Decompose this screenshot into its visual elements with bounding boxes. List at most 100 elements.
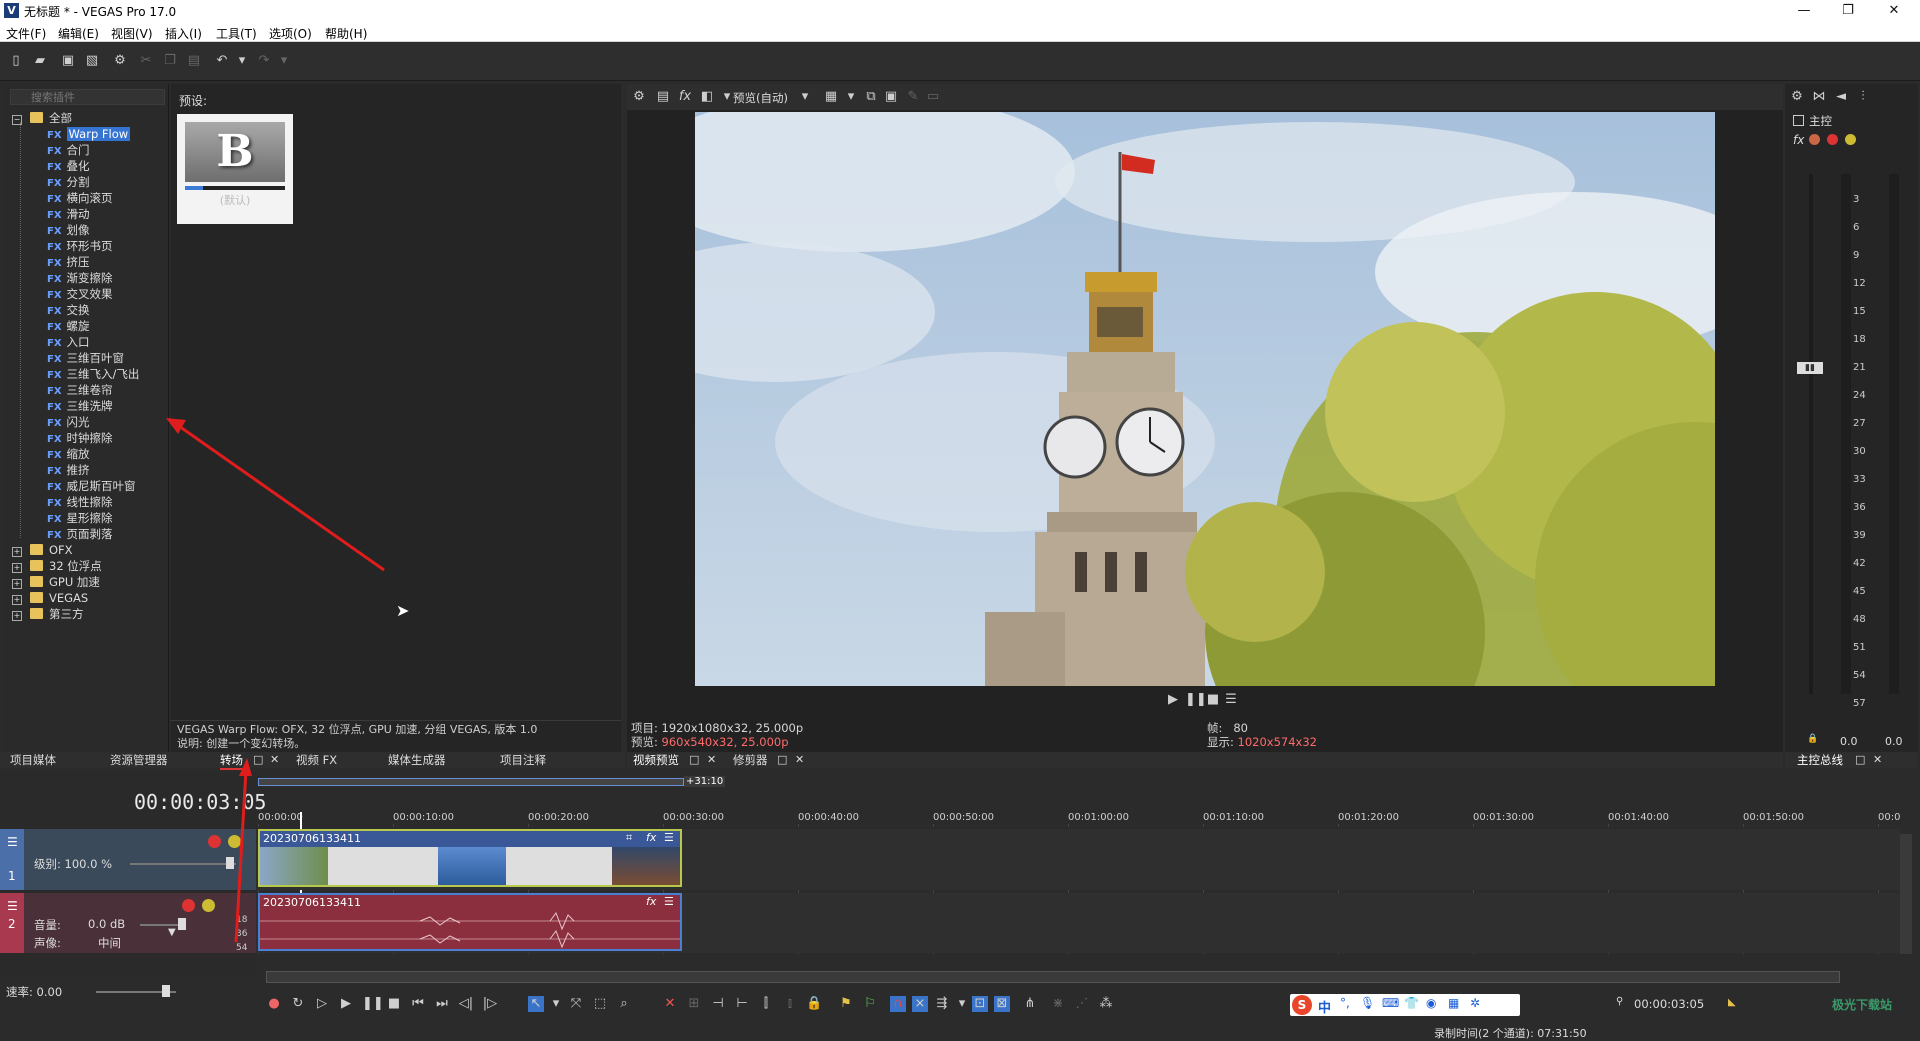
tab-undock-icon[interactable]: □ — [689, 752, 699, 768]
split-screen-icon[interactable]: ◧ — [699, 89, 715, 105]
tab-trimmer[interactable]: 修剪器 — [733, 752, 768, 768]
tab-close-icon[interactable]: ✕ — [795, 752, 804, 768]
cut-icon[interactable]: ✂ — [138, 53, 154, 69]
trim-end-icon[interactable]: ⊢ — [734, 996, 750, 1012]
play-icon[interactable]: ▶ — [1165, 692, 1181, 708]
master-fader-handle[interactable]: ▮▮ — [1797, 362, 1823, 374]
selection-tool-icon[interactable]: ⬚ — [592, 996, 608, 1012]
ime-game-icon[interactable]: ◉ — [1426, 996, 1436, 1010]
restore-button[interactable]: ❐ — [1826, 0, 1870, 22]
downmix-icon[interactable]: ⋈ — [1811, 89, 1827, 105]
master-checkbox[interactable] — [1793, 115, 1804, 126]
play-icon[interactable]: ▶ — [338, 996, 354, 1012]
menu-edit[interactable]: 编辑(E) — [58, 25, 99, 42]
track-menu-icon[interactable]: ☰ — [7, 899, 18, 913]
trim-start-icon[interactable]: ⊣ — [710, 996, 726, 1012]
horizontal-scrollbar[interactable] — [266, 971, 1840, 983]
menu-options[interactable]: 选项(O) — [269, 25, 312, 42]
tab-master-bus[interactable]: 主控总线 — [1797, 752, 1843, 768]
stop-icon[interactable]: ■ — [386, 996, 402, 1012]
mute-icon[interactable] — [182, 899, 195, 912]
speaker-icon[interactable]: ◄ — [1833, 89, 1849, 105]
expand-icon[interactable]: + — [12, 563, 22, 573]
tree-item[interactable]: FX 闪光 — [47, 414, 90, 430]
tree-item[interactable]: FX 缩放 — [47, 446, 90, 462]
tree-root[interactable]: − 全部 — [12, 110, 72, 126]
tree-item[interactable]: FX 螺旋 — [47, 318, 90, 334]
record-icon[interactable]: ● — [266, 996, 282, 1012]
lock-envelopes-icon[interactable]: ⊡ — [972, 996, 988, 1012]
auto-crossfade-icon[interactable]: ⨯ — [912, 996, 928, 1012]
play-from-start-icon[interactable]: ▷ — [314, 996, 330, 1012]
tab-explorer[interactable]: 资源管理器 — [110, 752, 168, 768]
video-clip[interactable]: 20230706133411 ⌗ fx ☰ — [258, 829, 682, 887]
event-fx-icon[interactable]: ⋇ — [1050, 996, 1066, 1012]
master-auto-icon[interactable] — [1845, 134, 1856, 145]
event-pan-icon[interactable]: ⋔ — [1022, 996, 1038, 1012]
tree-item[interactable]: FX 划像 — [47, 222, 90, 238]
open-folder-icon[interactable]: ▰ — [32, 53, 48, 69]
solo-icon[interactable] — [202, 899, 215, 912]
tab-media-generators[interactable]: 媒体生成器 — [388, 752, 446, 768]
device-icon[interactable]: ▤ — [655, 89, 671, 105]
ime-punct-icon[interactable]: °, — [1340, 996, 1350, 1010]
mixer-icon[interactable]: ⫶ — [1855, 89, 1871, 105]
pause-icon[interactable]: ❚❚ — [1185, 692, 1207, 708]
ime-skin-icon[interactable]: 👕 — [1404, 996, 1419, 1010]
timeline-ruler[interactable]: 00:00:00 00:00:10:00 00:00:20:00 00:00:30:0… — [258, 812, 1900, 954]
stop-icon[interactable]: ■ — [1205, 692, 1221, 708]
master-mute-icon[interactable] — [1809, 134, 1820, 145]
event-split-icon[interactable]: ⋰ — [1074, 996, 1090, 1012]
master-fx-icon[interactable]: fx — [1793, 133, 1804, 147]
tree-item[interactable]: FX 时钟擦除 — [47, 430, 113, 446]
tab-undock-icon[interactable]: □ — [253, 752, 263, 768]
menu-file[interactable]: 文件(F) — [6, 25, 46, 42]
ignore-grouping-icon[interactable]: ⊠ — [994, 996, 1010, 1012]
tree-group[interactable]: + GPU 加速 — [12, 574, 100, 590]
region-icon[interactable]: ⚐ — [862, 996, 878, 1012]
tree-item[interactable]: FX 线性擦除 — [47, 494, 113, 510]
settings-gear-icon[interactable]: ⚙ — [112, 53, 128, 69]
envelope-tool-icon[interactable]: ⤧ — [568, 996, 584, 1012]
tree-group[interactable]: +32 位浮点 — [12, 558, 102, 574]
fx-icon[interactable]: fx — [677, 89, 693, 105]
tab-close-icon[interactable]: ✕ — [270, 752, 279, 768]
redo-dropdown-icon[interactable]: ▾ — [276, 53, 292, 69]
tab-close-icon[interactable]: ✕ — [1873, 752, 1882, 768]
ime-settings-icon[interactable]: ✲ — [1470, 996, 1480, 1010]
master-solo-icon[interactable] — [1827, 134, 1838, 145]
loop-icon[interactable]: ↻ — [290, 996, 306, 1012]
tree-group[interactable]: + VEGAS — [12, 590, 88, 606]
prev-frame-icon[interactable]: ◁| — [458, 996, 474, 1012]
tab-video-preview[interactable]: 视频预览 — [633, 752, 679, 768]
preview-settings-icon[interactable]: ⚙ — [631, 89, 647, 105]
clip-fx-icon[interactable]: fx — [646, 895, 656, 908]
new-file-icon[interactable]: ▯ — [8, 53, 24, 69]
tree-item[interactable]: FX 三维卷帘 — [47, 382, 113, 398]
snap-icon[interactable]: ∩ — [890, 996, 906, 1012]
tree-item[interactable]: FX 叠化 — [47, 158, 90, 174]
tree-item[interactable]: FX 威尼斯百叶窗 — [47, 478, 136, 494]
preview-quality-select[interactable]: 预览(自动) — [733, 90, 788, 106]
copy-icon[interactable]: ❐ — [162, 53, 178, 69]
save-icon[interactable]: ▣ — [60, 53, 76, 69]
tree-item[interactable]: FX 渐变擦除 — [47, 270, 113, 286]
ripple-dropdown-icon[interactable]: ▾ — [954, 996, 970, 1012]
tree-item[interactable]: FX 环形书页 — [47, 238, 113, 254]
ime-mic-icon[interactable]: 🎙 — [1360, 996, 1375, 1010]
menu-help[interactable]: 帮助(H) — [325, 25, 367, 42]
menu-insert[interactable]: 插入(I) — [165, 25, 202, 42]
audio-clip[interactable]: 20230706133411 fx ☰ — [258, 893, 682, 951]
plugin-search-input[interactable]: 搜索插件 — [10, 89, 165, 105]
tree-item[interactable]: FX 星形擦除 — [47, 510, 113, 526]
solo-icon[interactable] — [228, 835, 241, 848]
delete-icon[interactable]: ✕ — [662, 996, 678, 1012]
track-menu-icon[interactable]: ☰ — [7, 835, 18, 849]
pan-handle[interactable]: ▼ — [168, 927, 176, 938]
tree-item[interactable]: FX 页面剥落 — [47, 526, 113, 542]
clip-fx-icon[interactable]: fx — [646, 831, 656, 844]
ime-chinese-mode[interactable]: 中 — [1318, 997, 1331, 1016]
level-slider[interactable] — [130, 863, 236, 865]
clip-menu-icon[interactable]: ☰ — [664, 895, 674, 908]
tab-project-notes[interactable]: 项目注释 — [500, 752, 546, 768]
